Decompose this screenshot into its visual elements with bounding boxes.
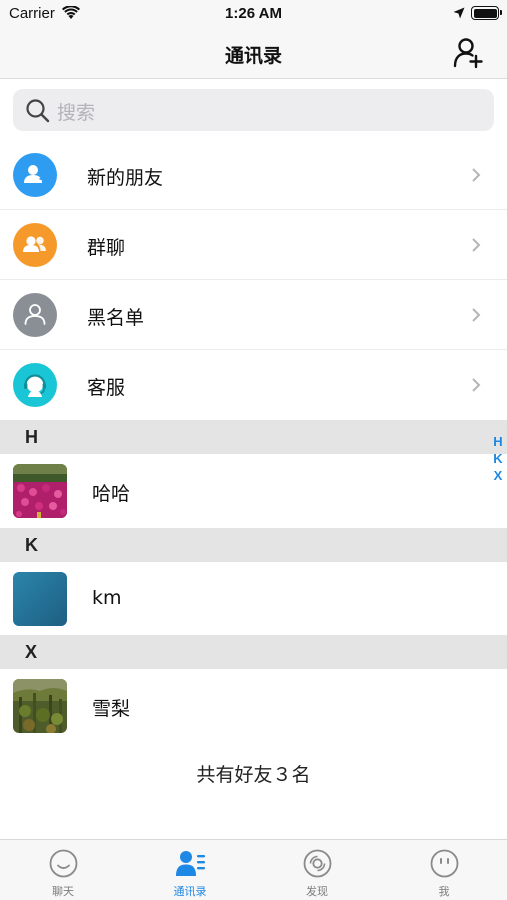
avatar (13, 572, 67, 626)
search-input[interactable]: 搜索 (13, 89, 494, 131)
section-index-bar[interactable]: H K X (489, 434, 507, 485)
search-icon (26, 99, 50, 123)
tab-label: 我 (438, 885, 450, 898)
battery-icon (471, 6, 502, 20)
index-letter-h[interactable]: H (489, 434, 507, 451)
search-bar: 搜索 (0, 80, 507, 140)
tab-discover[interactable]: 发现 (254, 840, 380, 900)
status-time: 1:26 AM (225, 5, 282, 22)
section-header-x: X (0, 635, 507, 669)
location-arrow-icon (453, 7, 465, 19)
section-letter: H (25, 427, 38, 447)
chevron-right-icon (472, 378, 481, 392)
search-placeholder: 搜索 (57, 102, 96, 124)
section-header-k: K (0, 528, 507, 562)
contact-name: km (92, 587, 122, 609)
tab-me[interactable]: 我 (381, 840, 507, 900)
chevron-right-icon (472, 308, 481, 322)
tab-label: 聊天 (52, 885, 74, 898)
tab-label: 通讯录 (173, 885, 207, 898)
friend-count-label: 共有好友３名 (196, 764, 311, 786)
row-label: 黑名单 (87, 307, 145, 329)
section-letter: X (25, 642, 38, 662)
chat-icon (49, 849, 78, 878)
row-label: 群聊 (87, 237, 126, 259)
contact-row[interactable]: km (0, 562, 507, 636)
row-label: 客服 (87, 377, 126, 399)
discover-icon (303, 849, 332, 878)
avatar (13, 464, 67, 518)
row-new-friends[interactable]: 新的朋友 (0, 140, 507, 210)
new-friend-icon (13, 153, 57, 197)
tab-label: 发现 (306, 885, 328, 898)
row-label: 新的朋友 (87, 167, 164, 189)
page-title: 通讯录 (224, 45, 282, 67)
row-group-chat[interactable]: 群聊 (0, 210, 507, 280)
contact-name: 哈哈 (92, 483, 131, 505)
add-friend-icon[interactable] (452, 36, 484, 70)
contact-row[interactable]: 雪梨 (0, 669, 507, 743)
row-blacklist[interactable]: 黑名单 (0, 280, 507, 350)
status-bar: Carrier 1:26 AM (0, 0, 507, 28)
nav-bar: 通讯录 (0, 28, 507, 79)
contact-row[interactable]: 哈哈 (0, 454, 507, 528)
customer-service-icon (13, 363, 57, 407)
section-header-h: H (0, 420, 507, 454)
contacts-icon (176, 851, 205, 876)
tab-chat[interactable]: 聊天 (0, 840, 126, 900)
row-customer-service[interactable]: 客服 (0, 350, 507, 420)
index-letter-k[interactable]: K (489, 451, 507, 468)
chevron-right-icon (472, 168, 481, 182)
contact-name: 雪梨 (92, 698, 131, 720)
avatar (13, 679, 67, 733)
chevron-right-icon (472, 238, 481, 252)
group-chat-icon (13, 223, 57, 267)
tab-contacts[interactable]: 通讯录 (127, 840, 253, 900)
tab-bar: 聊天 通讯录 发现 我 (0, 839, 507, 900)
index-letter-x[interactable]: X (489, 468, 507, 485)
blacklist-icon (13, 293, 57, 337)
section-letter: K (25, 535, 38, 555)
me-icon (430, 849, 459, 878)
